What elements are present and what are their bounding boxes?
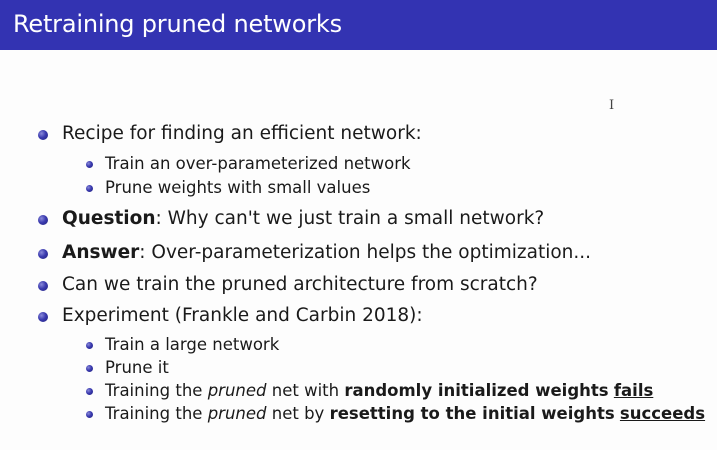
subbullet-random-init-fails: Training the pruned net with randomly in… [86, 381, 654, 400]
subbullet-dot-icon [86, 365, 93, 372]
bullet-dot-icon [38, 130, 48, 140]
subbullet-dot-icon [86, 342, 93, 349]
slide-body: Recipe for finding an efficient network:… [0, 0, 717, 450]
bullet-dot-icon [38, 312, 48, 322]
bullet-text-emphasis: pruned [207, 381, 267, 400]
bullet-dot-icon [38, 215, 48, 225]
bullet-text: Prune weights with small values [105, 178, 371, 197]
subbullet-reset-succeeds: Training the pruned net by resetting to … [86, 404, 706, 423]
bullet-dot-icon [38, 249, 48, 259]
bullet-question: Question: Why can't we just train a smal… [38, 208, 545, 229]
bullet-text-strong: resetting to the initial weights [329, 404, 615, 423]
subbullet-train-overparam: Train an over-parameterized network [86, 154, 411, 173]
subbullet-dot-icon [86, 388, 93, 395]
bullet-text: Can we train the pruned architecture fro… [62, 274, 538, 295]
bullet-text-mid: net with [266, 381, 345, 400]
bullet-text-pre: Training the [105, 404, 208, 423]
bullet-text-emphasis: pruned [207, 404, 267, 423]
bullet-experiment: Experiment (Frankle and Carbin 2018): [38, 305, 423, 326]
subbullet-dot-icon [86, 185, 93, 192]
subbullet-dot-icon [86, 161, 93, 168]
bullet-text: : Why can't we just train a small networ… [155, 208, 545, 229]
bullet-text-mid: net by [266, 404, 330, 423]
subbullet-prune-weights: Prune weights with small values [86, 178, 371, 197]
bullet-text-pre: Training the [105, 381, 208, 400]
bullet-train-from-scratch: Can we train the pruned architecture fro… [38, 274, 538, 295]
bullet-text: Train an over-parameterized network [105, 154, 411, 173]
bullet-text: Experiment (Frankle and Carbin 2018): [62, 305, 423, 326]
bullet-text: Train a large network [105, 335, 280, 354]
bullet-recipe: Recipe for finding an efficient network: [38, 123, 422, 144]
bullet-text: : Over-parameterization helps the optimi… [139, 242, 592, 263]
bullet-answer: Answer: Over-parameterization helps the … [38, 242, 592, 263]
bullet-text: Prune it [105, 358, 169, 377]
bullet-text-strong: randomly initialized weights [344, 381, 609, 400]
bullet-label: Question [62, 208, 156, 229]
bullet-dot-icon [38, 281, 48, 291]
bullet-result-succeeds: succeeds [619, 404, 706, 423]
subbullet-train-large: Train a large network [86, 335, 280, 354]
subbullet-prune-it: Prune it [86, 358, 169, 377]
subbullet-dot-icon [86, 411, 93, 418]
bullet-text: Recipe for finding an efficient network: [62, 123, 422, 144]
bullet-result-fails: fails [613, 381, 654, 400]
bullet-label: Answer [62, 242, 140, 263]
